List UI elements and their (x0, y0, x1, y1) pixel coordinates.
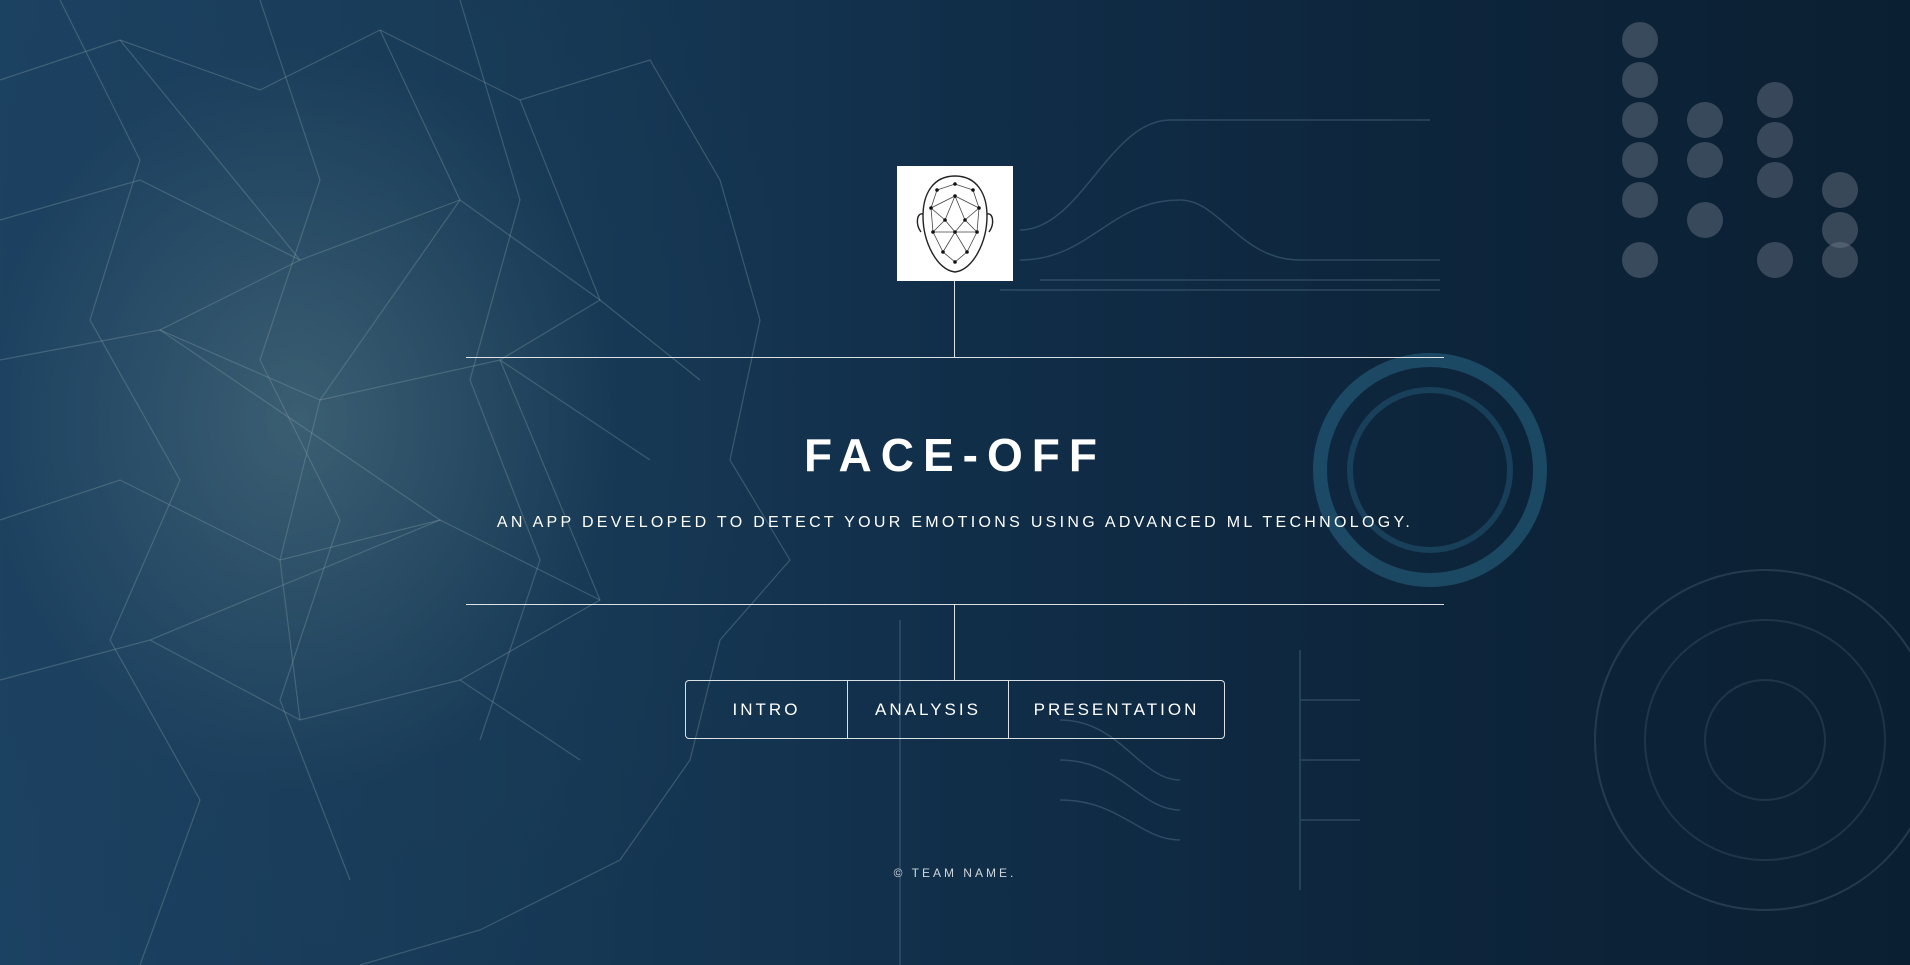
page-subtitle: AN APP DEVELOPED TO DETECT YOUR EMOTIONS… (496, 514, 1414, 531)
divider-bottom (466, 604, 1444, 605)
face-mesh-icon (897, 166, 1013, 281)
divider-top (466, 357, 1444, 358)
nav-analysis-button[interactable]: ANALYSIS (847, 681, 1008, 738)
hero-section: FACE-OFF AN APP DEVELOPED TO DETECT YOUR… (0, 0, 1910, 965)
connector-line-bottom (954, 604, 955, 680)
footer-copyright: © TEAM NAME. (893, 866, 1017, 880)
connector-line-top (954, 281, 955, 357)
nav-presentation-button[interactable]: PRESENTATION (1008, 681, 1224, 738)
page-title: FACE-OFF (804, 429, 1106, 481)
main-nav: INTRO ANALYSIS PRESENTATION (685, 680, 1225, 739)
nav-intro-button[interactable]: INTRO (686, 681, 847, 738)
